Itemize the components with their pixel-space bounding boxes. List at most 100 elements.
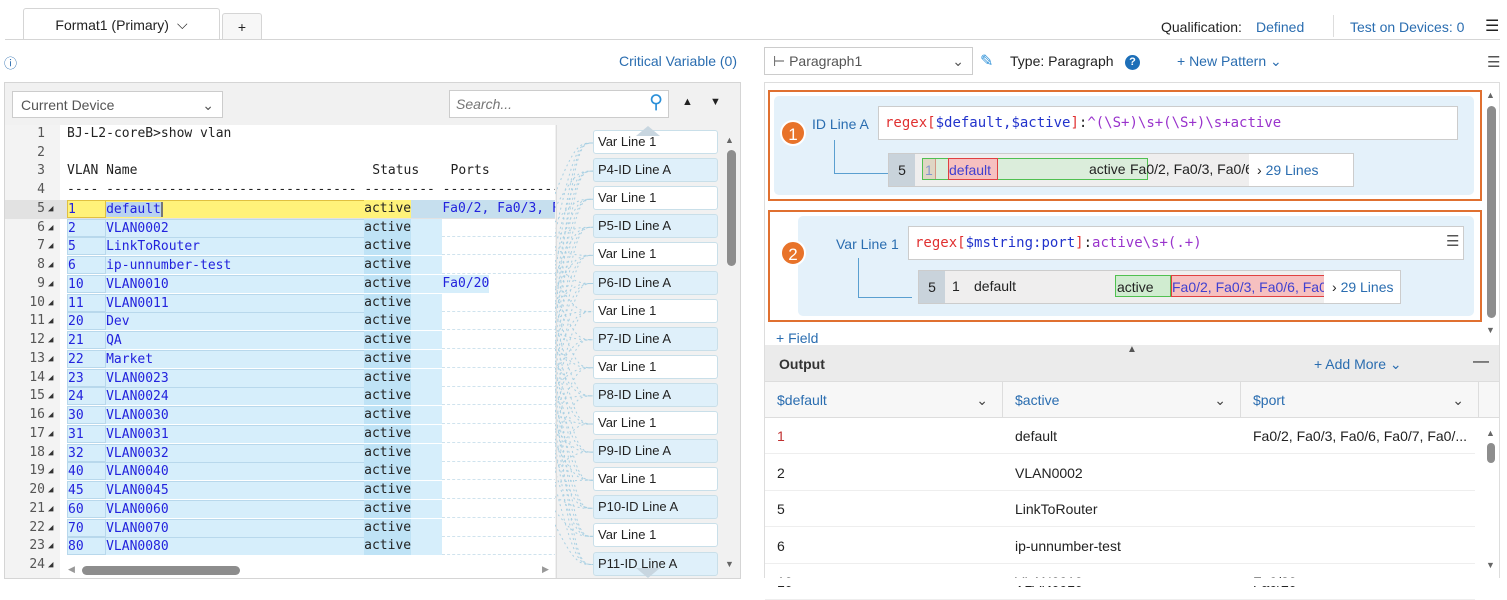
pattern-card[interactable]: 2 Var Line 1 regex[$mstring:port]:active… bbox=[768, 210, 1482, 322]
editor-line[interactable]: 3 VLAN Name Status Ports bbox=[5, 162, 555, 181]
scroll-down-arrow[interactable]: ▼ bbox=[725, 559, 734, 569]
line-label[interactable]: P9-ID Line A bbox=[593, 439, 718, 464]
fold-triangle-icon[interactable]: ◢ bbox=[48, 331, 53, 350]
pattern-line-label[interactable]: Var Line 1 bbox=[836, 236, 899, 252]
search-icon[interactable]: ⚲ bbox=[649, 91, 663, 114]
search-box[interactable]: ⚲ bbox=[449, 90, 669, 118]
editor-line[interactable]: 21 ◢ 60 VLAN0060 active bbox=[5, 499, 555, 519]
scroll-up-arrow[interactable]: ▲ bbox=[1486, 428, 1495, 438]
editor-line[interactable]: 22 ◢ 70 VLAN0070 active bbox=[5, 518, 555, 538]
horizontal-scrollbar[interactable]: ◀ ▶ bbox=[60, 562, 555, 578]
fold-triangle-icon[interactable]: ◢ bbox=[48, 537, 53, 556]
fold-triangle-icon[interactable]: ◢ bbox=[48, 369, 53, 388]
editor-line[interactable]: 4 ---- -------------------------------- -… bbox=[5, 181, 555, 200]
editor-line[interactable]: 13 ◢ 22 Market active bbox=[5, 349, 555, 369]
fold-triangle-icon[interactable]: ◢ bbox=[48, 219, 53, 238]
editor-line[interactable]: 5 ◢ 1 default active Fa0/2, Fa0/3, F bbox=[5, 199, 555, 219]
new-pattern-button[interactable]: + New Pattern ⌄ bbox=[1177, 53, 1282, 70]
fold-triangle-icon[interactable]: ◢ bbox=[48, 312, 53, 331]
vertical-scrollbar-thumb[interactable] bbox=[727, 150, 736, 266]
resize-handle-icon[interactable]: ▲ bbox=[1127, 344, 1137, 355]
chevron-down-icon[interactable]: ⌄ bbox=[976, 382, 988, 418]
line-label[interactable]: P4-ID Line A bbox=[593, 158, 718, 183]
line-label[interactable]: P5-ID Line A bbox=[593, 214, 718, 239]
critical-variable-link[interactable]: Critical Variable (0) bbox=[619, 53, 737, 69]
pattern-card[interactable]: 1 ID Line A regex[$default,$active]:^(\S… bbox=[768, 90, 1482, 201]
pattern-line-label[interactable]: ID Line A bbox=[812, 116, 869, 132]
editor-line[interactable]: 1 BJ-L2-coreB>show vlan bbox=[5, 125, 555, 144]
fold-triangle-icon[interactable]: ◢ bbox=[48, 406, 53, 425]
output-row[interactable]: 6 ip-unnumber-test bbox=[765, 528, 1475, 564]
fold-triangle-icon[interactable]: ◢ bbox=[48, 256, 53, 275]
regex-input[interactable]: regex[$default,$active]:^(\S+)\s+(\S+)\s… bbox=[878, 106, 1458, 140]
info-icon[interactable]: ⓘ bbox=[4, 53, 17, 72]
line-label[interactable]: P8-ID Line A bbox=[593, 382, 718, 407]
regex-input[interactable]: regex[$mstring:port]:active\s+(.+) bbox=[908, 226, 1464, 260]
fold-triangle-icon[interactable]: ◢ bbox=[48, 350, 53, 369]
fold-triangle-icon[interactable]: ◢ bbox=[48, 556, 53, 575]
expand-lines-button[interactable]: › 29 Lines bbox=[1324, 271, 1400, 303]
fold-triangle-icon[interactable]: ◢ bbox=[48, 387, 53, 406]
scrollbar-thumb[interactable] bbox=[82, 566, 240, 575]
editor-line[interactable]: 12 ◢ 21 QA active bbox=[5, 331, 555, 350]
editor-line[interactable]: 8 ◢ 6 ip-unnumber-test active bbox=[5, 256, 555, 275]
editor-line[interactable]: 16 ◢ 30 VLAN0030 active bbox=[5, 406, 555, 425]
column-header[interactable]: $default ⌄ bbox=[765, 382, 1003, 418]
editor-line[interactable]: 10 ◢ 11 VLAN0011 active bbox=[5, 293, 555, 313]
device-select[interactable]: Current Device ⌄ bbox=[12, 91, 223, 118]
output-row[interactable]: 2 VLAN0002 bbox=[765, 455, 1475, 491]
editor-line[interactable]: 14 ◢ 23 VLAN0023 active bbox=[5, 368, 555, 388]
line-label[interactable]: P6-ID Line A bbox=[593, 270, 718, 295]
search-next-button[interactable]: ▼ bbox=[710, 96, 721, 108]
scroll-up-arrow[interactable]: ▲ bbox=[1486, 90, 1495, 100]
fold-triangle-icon[interactable]: ◢ bbox=[48, 481, 53, 500]
test-on-devices-link[interactable]: Test on Devices: 0 bbox=[1350, 19, 1464, 35]
fold-triangle-icon[interactable]: ◢ bbox=[48, 462, 53, 481]
line-label[interactable]: Var Line 1 bbox=[593, 242, 718, 267]
scroll-up-indicator[interactable] bbox=[636, 126, 660, 136]
chevron-down-icon[interactable]: ⌄ bbox=[1214, 382, 1226, 418]
add-more-button[interactable]: + Add More ⌄ bbox=[1314, 356, 1402, 373]
scroll-down-arrow[interactable]: ▼ bbox=[1486, 560, 1495, 570]
scroll-down-arrow[interactable]: ▼ bbox=[1486, 325, 1495, 335]
line-label[interactable]: P10-ID Line A bbox=[593, 495, 718, 520]
line-label[interactable]: Var Line 1 bbox=[593, 354, 718, 379]
vertical-scrollbar-thumb[interactable] bbox=[1487, 443, 1495, 463]
expand-lines-button[interactable]: › 29 Lines bbox=[1249, 154, 1353, 186]
column-header[interactable]: $active ⌄ bbox=[1003, 382, 1241, 418]
line-label[interactable]: Var Line 1 bbox=[593, 523, 718, 548]
collapse-icon[interactable]: — bbox=[1473, 353, 1489, 371]
fold-triangle-icon[interactable]: ◢ bbox=[48, 519, 53, 538]
editor-line[interactable]: 18 ◢ 32 VLAN0032 active bbox=[5, 443, 555, 463]
output-row[interactable]: 1 default Fa0/2, Fa0/3, Fa0/6, Fa0/7, Fa0/… bbox=[765, 418, 1475, 454]
add-tab-button[interactable]: + bbox=[222, 13, 262, 40]
column-header[interactable]: $port ⌄ bbox=[1241, 382, 1479, 418]
scroll-down-indicator[interactable] bbox=[636, 568, 660, 578]
editor-line[interactable]: 23 ◢ 80 VLAN0080 active bbox=[5, 537, 555, 556]
help-icon[interactable]: ? bbox=[1125, 55, 1140, 70]
fold-triangle-icon[interactable]: ◢ bbox=[48, 500, 53, 519]
edit-pencil-icon[interactable]: ✎ bbox=[980, 51, 993, 71]
editor-line[interactable]: 2 bbox=[5, 144, 555, 163]
chevron-down-icon[interactable]: ⌄ bbox=[1452, 382, 1464, 418]
line-label[interactable]: P7-ID Line A bbox=[593, 326, 718, 351]
paragraph-select[interactable]: ⊢ Paragraph1 ⌄ bbox=[764, 47, 973, 75]
output-row[interactable]: 5 LinkToRouter bbox=[765, 491, 1475, 527]
line-label[interactable]: Var Line 1 bbox=[593, 411, 718, 435]
fold-triangle-icon[interactable]: ◢ bbox=[48, 275, 53, 294]
scroll-up-arrow[interactable]: ▲ bbox=[725, 135, 734, 145]
editor-line[interactable]: 7 ◢ 5 LinkToRouter active bbox=[5, 237, 555, 256]
editor-line[interactable]: 20 ◢ 45 VLAN0045 active bbox=[5, 481, 555, 500]
search-prev-button[interactable]: ▲ bbox=[682, 96, 693, 108]
editor-line[interactable]: 15 ◢ 24 VLAN0024 active bbox=[5, 387, 555, 406]
editor-line[interactable]: 11 ◢ 20 Dev active bbox=[5, 312, 555, 331]
editor-line[interactable]: 6 ◢ 2 VLAN0002 active bbox=[5, 218, 555, 238]
line-label[interactable]: Var Line 1 bbox=[593, 186, 718, 211]
fold-triangle-icon[interactable]: ◢ bbox=[48, 200, 53, 219]
code-editor[interactable]: 1 BJ-L2-coreB>show vlan 2 3 VLAN Name Status… bbox=[5, 125, 555, 578]
qualification-value[interactable]: Defined bbox=[1256, 19, 1304, 35]
menu-icon[interactable]: ☰ bbox=[1446, 232, 1459, 250]
line-label[interactable]: Var Line 1 bbox=[593, 467, 718, 492]
fold-triangle-icon[interactable]: ◢ bbox=[48, 444, 53, 463]
add-field-button[interactable]: + Field bbox=[776, 330, 818, 346]
